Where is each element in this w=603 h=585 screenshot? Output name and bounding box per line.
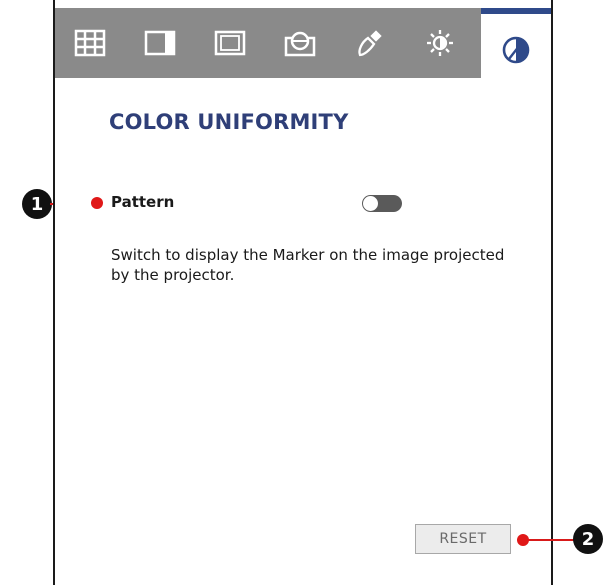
reset-button[interactable]: RESET bbox=[415, 524, 511, 554]
callout-dot-2 bbox=[517, 534, 529, 546]
tool-color-picker[interactable] bbox=[335, 8, 405, 78]
callout-dot-1 bbox=[91, 197, 103, 209]
tool-brightness[interactable] bbox=[405, 8, 475, 78]
color-picker-icon bbox=[354, 28, 386, 58]
callout-line-2 bbox=[523, 539, 575, 541]
callout-badge-1: 1 bbox=[22, 189, 52, 219]
callout-badge-2: 2 bbox=[573, 524, 603, 554]
tool-frame[interactable] bbox=[195, 8, 265, 78]
settings-panel: COLOR UNIFORMITY Pattern Switch to displ… bbox=[53, 0, 553, 585]
lens-icon bbox=[284, 28, 316, 58]
page-title: COLOR UNIFORMITY bbox=[109, 110, 349, 134]
pattern-label: Pattern bbox=[111, 193, 175, 211]
tool-split[interactable] bbox=[125, 8, 195, 78]
grid-icon bbox=[74, 29, 106, 57]
frame-icon bbox=[214, 29, 246, 57]
color-uniformity-icon bbox=[500, 34, 532, 66]
pattern-toggle[interactable] bbox=[362, 195, 402, 212]
toggle-knob bbox=[363, 196, 378, 211]
tool-lens[interactable] bbox=[265, 8, 335, 78]
panel-split-icon bbox=[144, 29, 176, 57]
tool-color-uniformity[interactable] bbox=[481, 8, 551, 86]
brightness-icon bbox=[425, 28, 455, 58]
tool-grid[interactable] bbox=[55, 8, 125, 78]
pattern-description: Switch to display the Marker on the imag… bbox=[111, 246, 505, 284]
toolbar bbox=[55, 8, 551, 86]
